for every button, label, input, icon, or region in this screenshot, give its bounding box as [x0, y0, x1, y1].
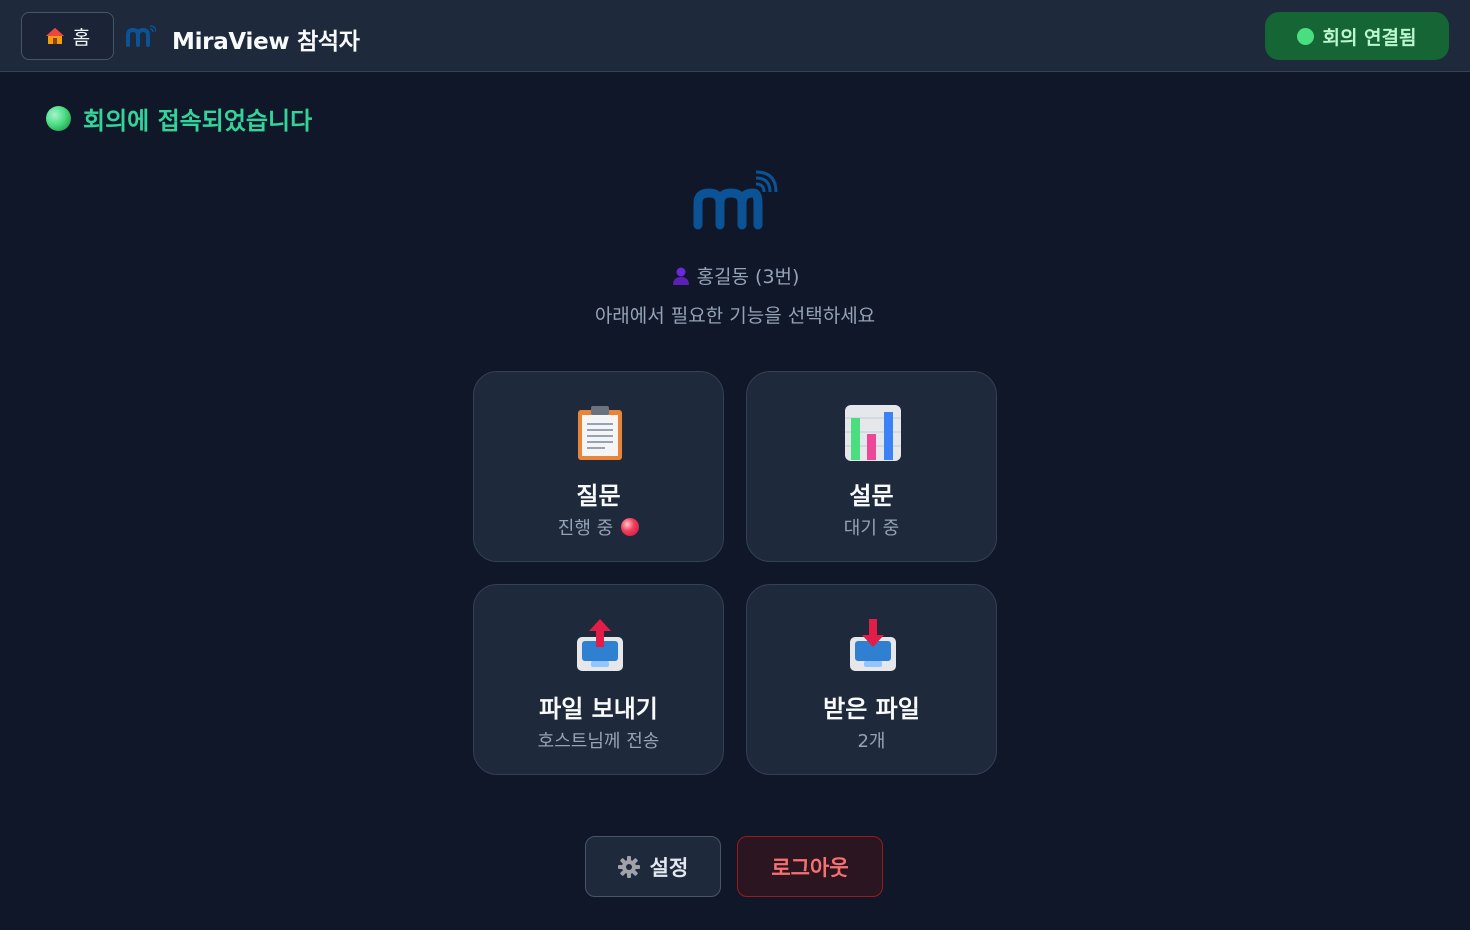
received-files-card-status: 2개 — [747, 727, 996, 753]
participant-name: 홍길동 (3번) — [0, 262, 1470, 289]
status-label: 회의 연결됨 — [1322, 26, 1417, 49]
gear-icon — [617, 855, 640, 878]
green-circle-icon — [46, 106, 71, 131]
send-file-card-subtitle: 호스트님께 전송 — [537, 731, 660, 752]
user-icon — [672, 267, 689, 285]
meeting-status-badge: 회의 연결됨 — [1265, 12, 1449, 60]
instruction-text: 아래에서 필요한 기능을 선택하세요 — [594, 305, 876, 327]
received-files-card-title: 받은 파일 — [823, 695, 920, 723]
connection-message: 회의에 접속되었습니다 — [46, 101, 312, 136]
received-files-count: 2개 — [857, 731, 886, 752]
logout-button[interactable]: 로그아웃 — [737, 836, 883, 897]
clipboard-icon — [578, 406, 622, 460]
logout-label: 로그아웃 — [771, 855, 849, 880]
question-card-status: 진행 중 — [474, 514, 723, 540]
status-dot-icon — [1297, 27, 1315, 45]
house-icon — [45, 28, 64, 44]
survey-card-title: 설문 — [849, 482, 894, 510]
question-card-subtitle: 진행 중 — [557, 518, 614, 539]
miraview-logo-icon — [126, 25, 156, 47]
outbox-tray-icon — [577, 619, 623, 671]
home-label: 홈 — [72, 26, 91, 49]
participant-name-text: 홍길동 (3번) — [696, 266, 800, 288]
home-button[interactable]: 홈 — [21, 12, 114, 60]
question-card[interactable]: 질문 진행 중 — [473, 371, 724, 562]
miraview-logo-icon — [693, 170, 778, 230]
send-file-card-status: 호스트님께 전송 — [474, 727, 723, 753]
inbox-tray-icon — [850, 619, 896, 671]
settings-label: 설정 — [649, 855, 689, 880]
question-card-title: 질문 — [576, 482, 621, 510]
settings-button[interactable]: 설정 — [585, 836, 721, 897]
survey-card-status: 대기 중 — [747, 514, 996, 540]
survey-card[interactable]: 설문 대기 중 — [746, 371, 997, 562]
bar-chart-icon — [845, 405, 901, 461]
app-title: MiraView 참석자 — [172, 29, 360, 55]
red-dot-icon — [621, 518, 640, 536]
top-bar: 홈 MiraView 참석자 회의 연결됨 — [0, 0, 1470, 72]
received-files-card[interactable]: 받은 파일 2개 — [746, 584, 997, 775]
connection-text: 회의에 접속되었습니다 — [83, 107, 313, 135]
send-file-card-title: 파일 보내기 — [539, 695, 658, 723]
send-file-card[interactable]: 파일 보내기 호스트님께 전송 — [473, 584, 724, 775]
survey-card-subtitle: 대기 중 — [843, 518, 900, 539]
